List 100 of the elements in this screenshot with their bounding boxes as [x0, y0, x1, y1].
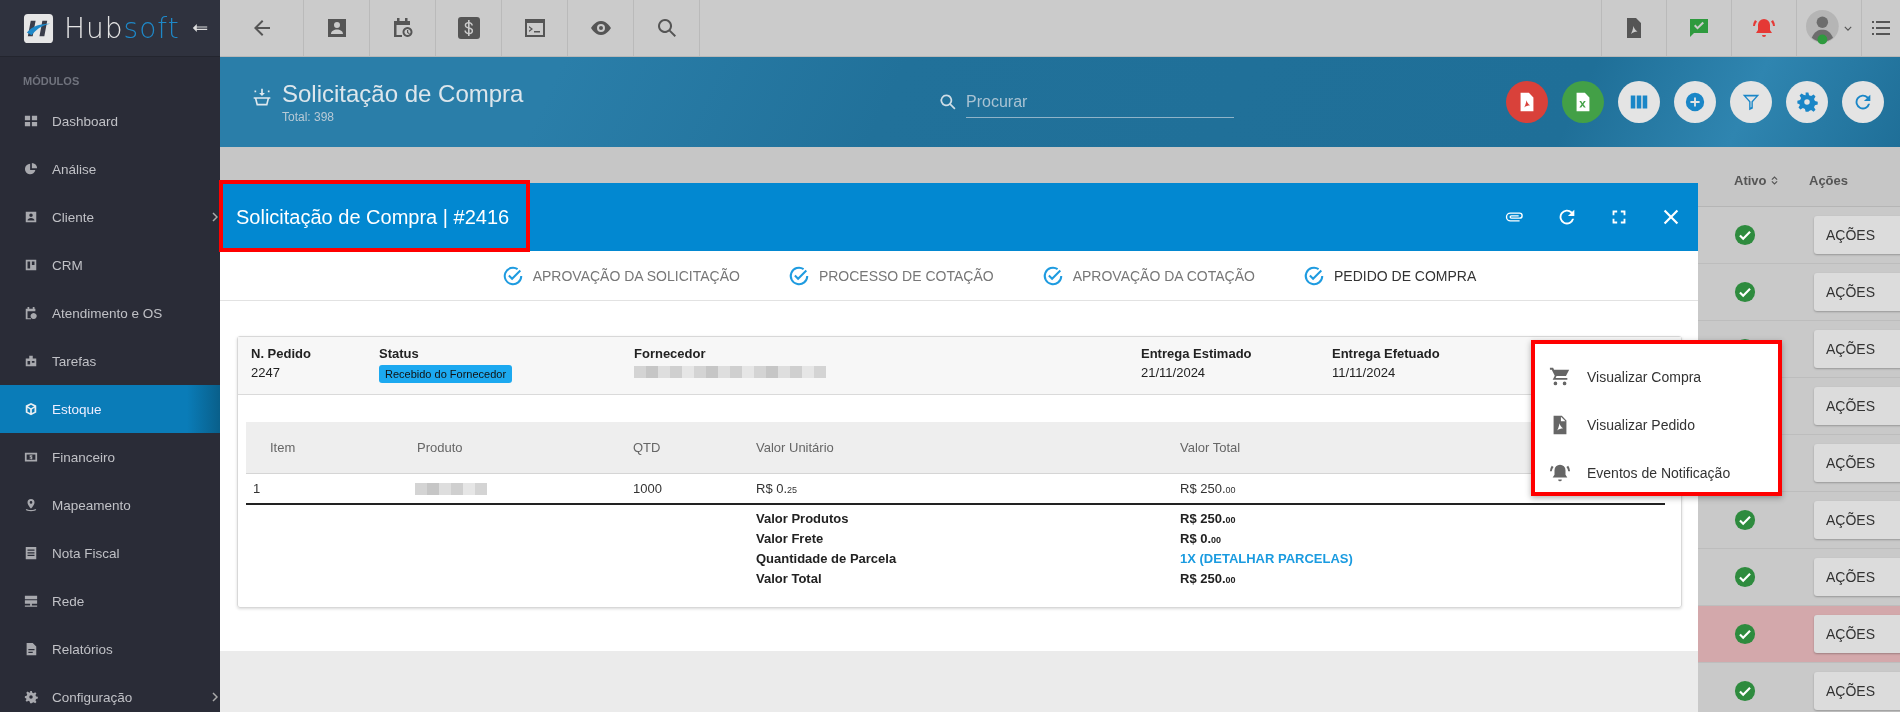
sidebar-item[interactable]: Nota Fiscal [0, 529, 220, 577]
actions-button[interactable]: AÇÕES [1814, 558, 1900, 596]
field-label: Entrega Estimado [1141, 346, 1252, 361]
briefcase-icon [24, 354, 38, 368]
grid-icon [24, 114, 38, 128]
field-label: Status [379, 346, 419, 361]
summary-label: Quantidade de Parcela [756, 550, 898, 566]
dialog-title: Solicitação de Compra | #2416 [236, 205, 510, 229]
file-icon [24, 642, 38, 656]
sidebar-item[interactable]: Relatórios [0, 625, 220, 673]
check-icon [501, 264, 524, 287]
chat-check-icon[interactable] [1687, 16, 1711, 40]
column-header[interactable]: Ativo [1734, 173, 1767, 188]
summary-label: Valor Produtos [756, 510, 850, 526]
column-header: Valor Unitário [756, 440, 835, 455]
sidebar-item[interactable]: Atendimento e OS [0, 289, 220, 337]
settings-icon [1796, 91, 1818, 113]
column-header: Item [269, 440, 297, 455]
sidebar-item[interactable]: Configuração [0, 673, 220, 712]
chevron-right-icon [212, 692, 218, 702]
add-button[interactable] [1674, 81, 1716, 123]
calendar-icon [24, 306, 38, 320]
actions-button[interactable]: AÇÕES [1814, 216, 1900, 254]
actions-button[interactable]: AÇÕES [1814, 672, 1900, 710]
sidebar-item[interactable]: Tarefas [0, 337, 220, 385]
refresh-button[interactable] [1842, 81, 1884, 123]
column-header[interactable]: Ações [1809, 173, 1849, 188]
logo-icon [23, 12, 54, 44]
field-label: Entrega Efetuado [1332, 346, 1440, 361]
basket-download-icon [252, 88, 272, 108]
actions-button[interactable]: AÇÕES [1814, 501, 1900, 539]
section-heading: MÓDULOS [22, 74, 81, 89]
summary-label: Valor Total [756, 570, 823, 586]
status-badge: Recebido do Fornecedor [379, 365, 513, 383]
pie-icon [24, 162, 38, 176]
money-icon [24, 450, 38, 464]
amount-text: R$ 0.00 [1180, 530, 1222, 546]
terminal-icon[interactable] [522, 16, 547, 40]
actions-button[interactable]: AÇÕES [1814, 444, 1900, 482]
check-icon [1041, 264, 1064, 287]
pin-icon [24, 498, 38, 512]
server-icon [24, 594, 38, 608]
amount-text: R$ 250.00 [1180, 570, 1236, 586]
column-header: Valor Total [1180, 440, 1242, 455]
brand-name: Hubsoft [64, 11, 180, 45]
sidebar-item[interactable]: Financeiro [0, 433, 220, 481]
amount-text: R$ 250.00 [1180, 510, 1236, 526]
table-cell: 1000 [633, 481, 662, 496]
field-label: N. Pedido [251, 346, 311, 361]
total-count: Total: 398 [282, 110, 336, 124]
settings-button[interactable] [1786, 81, 1828, 123]
actions-button[interactable]: AÇÕES [1814, 330, 1900, 368]
board-icon [24, 258, 38, 272]
filter-button[interactable] [1730, 81, 1772, 123]
progress-step: APROVAÇÃO DA SOLICITAÇÃO [501, 264, 740, 287]
column-header: Produto [417, 440, 464, 455]
menu-item[interactable]: Eventos de Notificação [1549, 449, 1778, 497]
sidebar-item[interactable]: Dashboard [0, 97, 220, 145]
page-title: Solicitação de Compra [282, 80, 524, 108]
progress-step: APROVAÇÃO DA COTAÇÃO [1041, 264, 1255, 287]
contact-icon [24, 210, 38, 224]
progress-step: PEDIDO DE COMPRA [1302, 264, 1477, 287]
field-value: 11/11/2024 [1332, 365, 1396, 380]
summary-label: Valor Frete [756, 530, 825, 546]
collapse-menu-icon[interactable] [191, 22, 208, 34]
field-value: 21/11/2024 [1141, 365, 1206, 380]
alarm-bell-icon[interactable] [1752, 16, 1776, 40]
actions-button[interactable]: AÇÕES [1814, 387, 1900, 425]
field-label: Fornecedor [634, 346, 706, 361]
check-icon [787, 264, 810, 287]
doc-icon [24, 546, 38, 560]
sidebar-item[interactable]: Análise [0, 145, 220, 193]
menu-item[interactable]: Visualizar Pedido [1549, 401, 1778, 449]
progress-step: PROCESSO DE COTAÇÃO [787, 264, 994, 287]
columns-button[interactable] [1618, 81, 1660, 123]
search-field[interactable]: Procurar [966, 86, 1234, 118]
sidebar-item[interactable]: Mapeamento [0, 481, 220, 529]
amount-text: R$ 250.00 [1180, 481, 1236, 496]
sidebar-item[interactable]: CRM [0, 241, 220, 289]
cube-icon [24, 402, 38, 416]
cart-icon [1549, 366, 1571, 388]
sidebar-item[interactable]: Cliente [0, 193, 220, 241]
sidebar-item[interactable]: Rede [0, 577, 220, 625]
export-excel-button[interactable] [1562, 81, 1604, 123]
sort-icon[interactable] [1770, 175, 1778, 186]
export-pdf-button[interactable] [1506, 81, 1548, 123]
field-value: 2247 [251, 365, 280, 380]
menu-item[interactable]: Visualizar Compra [1549, 353, 1778, 401]
check-icon [1302, 264, 1325, 287]
dollar-icon[interactable] [456, 16, 481, 40]
actions-button[interactable]: AÇÕES [1814, 273, 1900, 311]
user-avatar[interactable] [1806, 10, 1842, 46]
bell-icon [1549, 462, 1571, 484]
caret-down-icon[interactable] [1844, 25, 1852, 31]
blurred-text [415, 481, 487, 496]
amount-text: R$ 0.25 [756, 481, 798, 496]
actions-button[interactable]: AÇÕES [1814, 615, 1900, 653]
sidebar-item[interactable]: Estoque [0, 385, 220, 433]
search-icon [938, 92, 958, 112]
table-cell: 1 [253, 481, 261, 496]
